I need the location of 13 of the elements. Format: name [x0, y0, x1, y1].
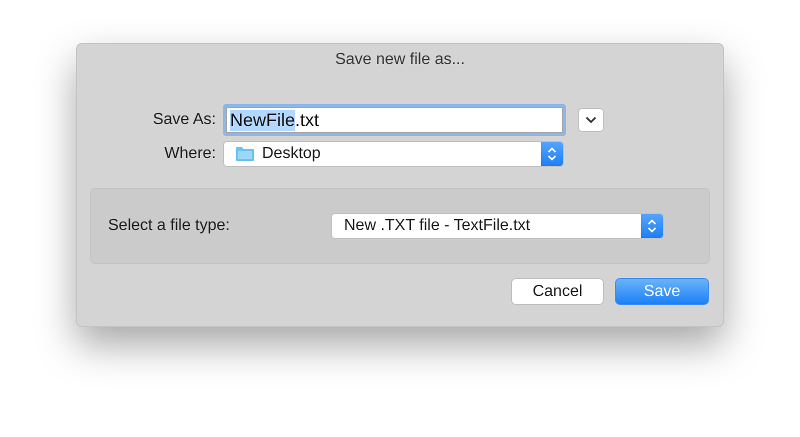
location-popup[interactable]: Desktop [223, 141, 564, 167]
expand-button[interactable] [578, 108, 604, 132]
chevron-icon [585, 116, 597, 124]
window-title: Save new file as... [335, 51, 465, 69]
input-field[interactable]: NewFile.txt [223, 104, 566, 136]
field-label: Where: [163, 145, 217, 163]
cancel-button[interactable]: Cancel [511, 278, 604, 305]
stepper-icon [547, 146, 557, 162]
folder-icon [235, 146, 255, 162]
file-type-popup[interactable]: New .TXT file - TextFile.txt [331, 213, 664, 239]
field-label: Save As: [152, 111, 217, 129]
stepper-icon [647, 218, 657, 234]
file-type-label: Select a file type: [107, 217, 231, 235]
